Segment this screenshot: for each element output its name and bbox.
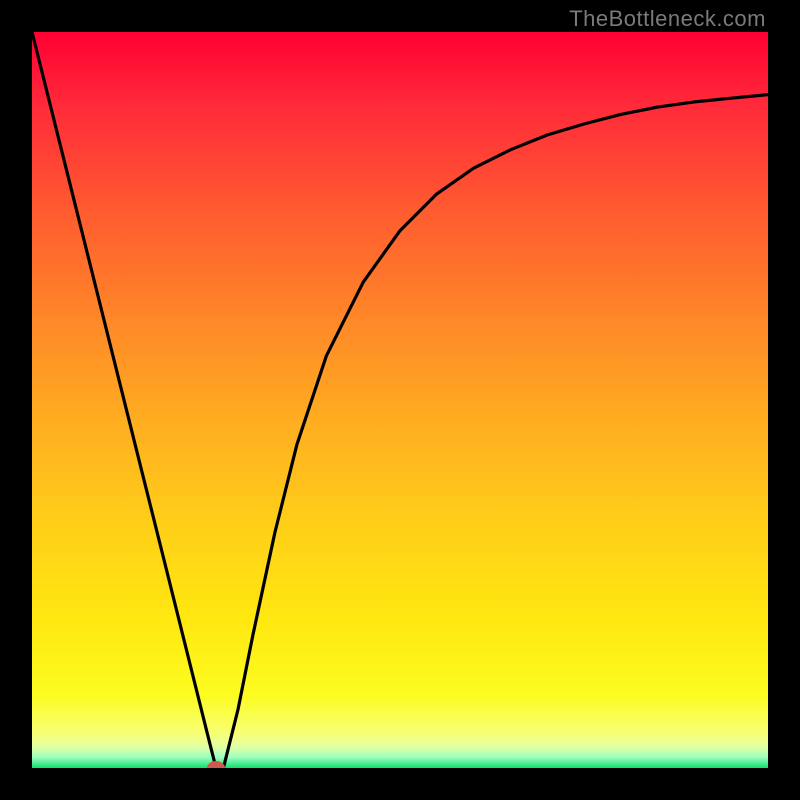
watermark-text: TheBottleneck.com [569, 6, 766, 32]
plot-area [32, 32, 768, 768]
optimum-marker [207, 761, 225, 768]
bottleneck-curve [32, 32, 768, 768]
chart-frame: TheBottleneck.com [0, 0, 800, 800]
